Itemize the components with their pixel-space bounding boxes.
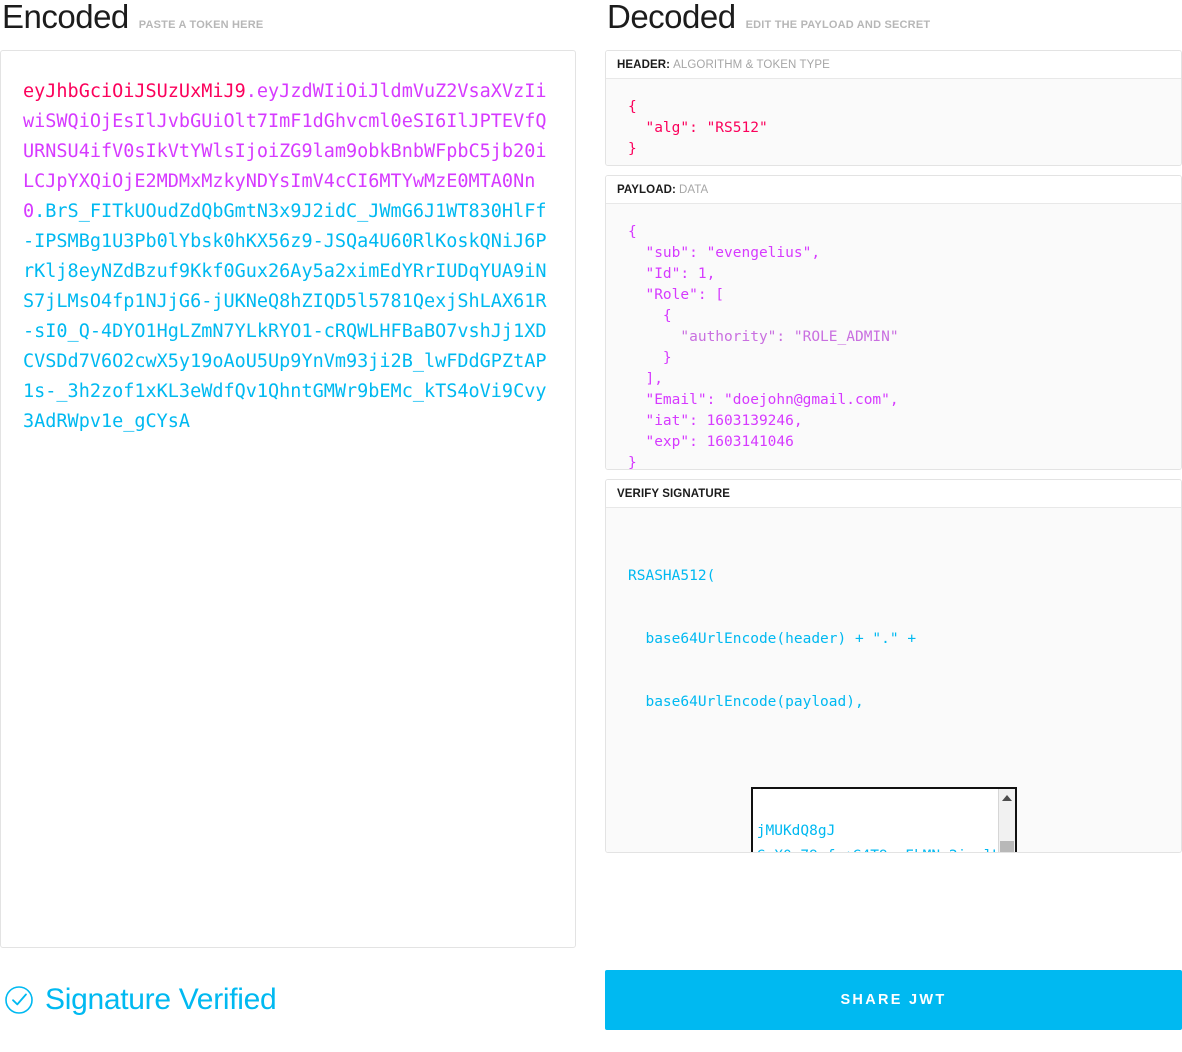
encoded-subtitle: PASTE A TOKEN HERE [138,19,264,31]
encoded-column: Encoded PASTE A TOKEN HERE eyJhbGciOiJSU… [0,0,576,948]
payload-line: } [628,455,637,470]
payload-line: { [628,224,637,240]
circle-check-icon [5,986,33,1014]
decoded-column: Decoded EDIT THE PAYLOAD AND SECRET HEAD… [605,0,1182,948]
footer: Signature Verified SHARE JWT [0,970,1182,1030]
token-signature-segment: BrS_FITkUOudZdQbGmtN3x9J2idC_JWmG6J1WT83… [23,201,547,432]
signature-formula-line-2: base64UrlEncode(header) + "." + [628,631,917,647]
decoded-payload-panel: PAYLOAD: DATA { "sub": "evengelius", "Id"… [605,175,1182,470]
public-key-text: jMUKdQ8gJ GpX0u79wfw+G4T9oyFkMNu2iuxlU b… [753,817,997,852]
scroll-up-arrow-icon[interactable] [999,789,1015,806]
verify-signature-label: VERIFY SIGNATURE [606,480,1181,508]
token-separator-1: . [245,81,257,102]
decoded-payload-json[interactable]: { "sub": "evengelius", "Id": 1, "Role": … [606,204,1181,469]
decoded-subtitle: EDIT THE PAYLOAD AND SECRET [745,19,931,31]
share-jwt-button[interactable]: SHARE JWT [605,970,1182,1030]
decoded-payload-label-soft: DATA [678,184,709,196]
payload-line: "iat": 1603139246, [628,413,803,429]
signature-status-text: Signature Verified [45,983,277,1016]
decoded-header-label-soft: ALGORITHM & TOKEN TYPE [673,59,830,71]
token-separator-2: . [34,201,46,222]
verify-signature-label-strong: VERIFY SIGNATURE [617,488,730,500]
decoded-payload-label-strong: PAYLOAD: [617,184,676,196]
signature-formula: RSASHA512( base64UrlEncode(header) + "."… [606,508,1181,852]
public-key-textarea[interactable]: jMUKdQ8gJ GpX0u79wfw+G4T9oyFkMNu2iuxlU b… [750,787,1017,852]
decoded-header-label: HEADER: ALGORITHM & TOKEN TYPE [606,51,1181,79]
decoded-heading: Decoded EDIT THE PAYLOAD AND SECRET [605,0,1182,50]
scrollbar-thumb[interactable] [999,841,1014,852]
payload-line: } [628,350,672,366]
decoded-header-panel: HEADER: ALGORITHM & TOKEN TYPE { "alg": "… [605,50,1182,166]
encoded-heading: Encoded PASTE A TOKEN HERE [0,0,576,50]
token-header-segment: eyJhbGciOiJSUzUxMiJ9 [23,81,246,102]
decoded-payload-label: PAYLOAD: DATA [606,176,1181,204]
public-key-line-1: GpX0u79wfw+G4T9oyFkMNu2iuxlU [757,848,997,852]
verify-signature-panel: VERIFY SIGNATURE RSASHA512( base64UrlEnc… [605,479,1182,853]
decoded-header-label-strong: HEADER: [617,59,671,71]
payload-line: "Id": 1, [628,266,716,282]
signature-formula-line-3: base64UrlEncode(payload), [628,694,864,710]
public-key-scrollbar[interactable] [997,789,1015,852]
jwt-token-text[interactable]: eyJhbGciOiJSUzUxMiJ9.eyJzdWIiOiJldmVuZ2V… [23,77,557,437]
payload-line: ], [628,371,663,387]
decoded-title: Decoded [607,0,736,35]
main-columns: Encoded PASTE A TOKEN HERE eyJhbGciOiJSU… [0,0,1182,948]
payload-line: "Role": [ [628,287,725,303]
decoded-header-json[interactable]: { "alg": "RS512" } [606,79,1181,165]
payload-line: "authority": "ROLE_ADMIN" [628,329,899,345]
signature-status: Signature Verified [0,970,576,1030]
payload-line: "exp": 1603141046 [628,434,794,450]
public-key-row: jMUKdQ8gJ GpX0u79wfw+G4T9oyFkMNu2iuxlU b… [628,776,1161,852]
payload-line: { [628,308,672,324]
public-key-hidden-line: jMUKdQ8gJ [756,823,836,839]
jwt-debugger-page: Encoded PASTE A TOKEN HERE eyJhbGciOiJSU… [0,0,1182,1052]
payload-line: "Email": "doejohn@gmail.com", [628,392,899,408]
encoded-title: Encoded [2,0,129,35]
encoded-token-input[interactable]: eyJhbGciOiJSUzUxMiJ9.eyJzdWIiOiJldmVuZ2V… [0,50,576,948]
signature-formula-line-1: RSASHA512( [628,568,716,584]
payload-line: "sub": "evengelius", [628,245,821,261]
